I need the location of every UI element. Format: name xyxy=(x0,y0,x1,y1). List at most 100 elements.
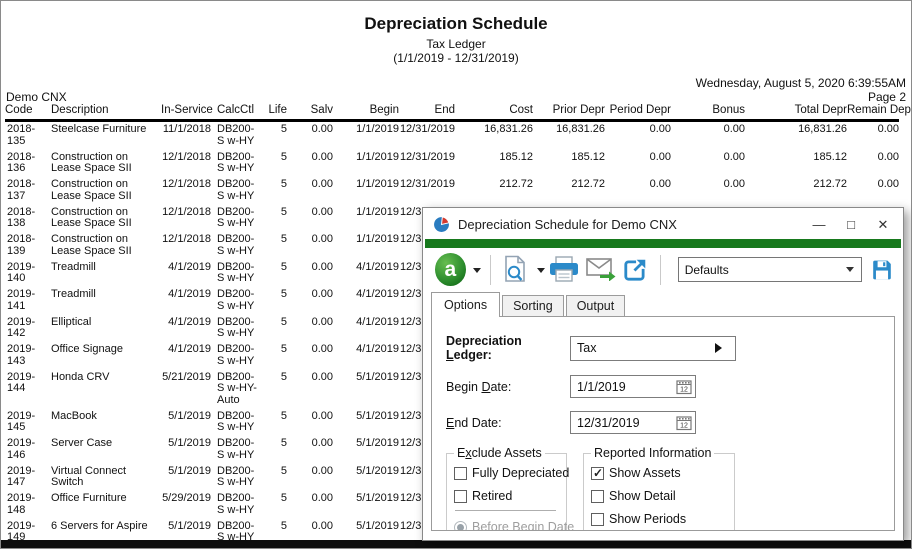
begin-date-value: 1/1/2019 xyxy=(577,379,626,394)
cell-remain: 0.00 xyxy=(877,150,899,163)
reported-information-group: Reported Information Show Assets Show Det… xyxy=(583,446,735,530)
cell-calcctl: DB200-S w-HY xyxy=(217,409,255,433)
chevron-right-icon xyxy=(715,343,727,353)
cell-salv: 0.00 xyxy=(311,409,333,422)
cell-bonus: 0.00 xyxy=(723,123,745,135)
dialog-toolbar: a Defaults xyxy=(425,248,901,291)
cell-desc: Construction on Lease Space SII xyxy=(51,205,132,229)
maximize-button[interactable]: □ xyxy=(835,213,867,237)
cell-salv: 0.00 xyxy=(311,370,333,383)
end-date-input[interactable]: 12/31/2019 12 xyxy=(570,411,696,434)
cell-inservice: 4/1/2019 xyxy=(168,315,211,328)
dialog-titlebar[interactable]: Depreciation Schedule for Demo CNX — □ ✕ xyxy=(425,210,901,239)
cell-total: 16,831.26 xyxy=(798,123,847,135)
checkbox-retired[interactable]: Retired xyxy=(454,489,560,503)
column-header-prior: Prior Depr xyxy=(533,104,605,122)
checkbox-show-assets[interactable]: Show Assets xyxy=(591,466,728,480)
cell-code: 2018-135 xyxy=(7,123,36,147)
cell-inservice: 5/21/2019 xyxy=(162,370,211,383)
cell-desc: Server Case xyxy=(51,437,113,449)
checkbox-icon[interactable] xyxy=(454,466,467,480)
tab-output[interactable]: Output xyxy=(565,295,626,317)
dialog-tabstrip: Options Sorting Output xyxy=(425,291,901,317)
checkbox-icon[interactable] xyxy=(454,489,467,503)
cell-salv: 0.00 xyxy=(311,150,333,163)
print-button[interactable] xyxy=(548,256,580,283)
options-tab-panel: Depreciation Ledger: Tax Begin Date: 1/1… xyxy=(431,316,895,531)
checkbox-show-detail[interactable]: Show Detail xyxy=(591,489,728,503)
preview-menu-caret-icon[interactable] xyxy=(536,267,545,277)
cell-remain: 0.00 xyxy=(877,123,899,135)
cell-cost: 16,831.26 xyxy=(484,123,533,135)
cell-salv: 0.00 xyxy=(311,123,333,135)
logo-menu-caret-icon[interactable] xyxy=(472,267,481,277)
profile-select[interactable]: Defaults xyxy=(677,257,862,282)
cell-life: 5 xyxy=(280,492,287,504)
toolbar-separator xyxy=(489,254,491,285)
cell-code: 2019-146 xyxy=(7,437,36,461)
tab-sorting[interactable]: Sorting xyxy=(502,295,564,317)
cell-calcctl: DB200-S w-HY xyxy=(217,315,255,339)
ledger-value: Tax xyxy=(577,341,597,355)
cell-begin: 1/1/2019 xyxy=(356,123,399,135)
print-preview-button[interactable] xyxy=(503,255,527,284)
checkbox-show-periods[interactable]: Show Periods xyxy=(591,512,728,526)
cell-desc: Construction on Lease Space SII xyxy=(51,178,132,202)
report-subtitle: Tax Ledger xyxy=(426,37,486,51)
column-header-period: Period Depr xyxy=(605,104,671,122)
printer-icon xyxy=(549,256,578,282)
tab-options[interactable]: Options xyxy=(431,292,501,317)
cell-salv: 0.00 xyxy=(311,233,333,245)
chevron-down-icon xyxy=(846,267,854,276)
end-calendar-button[interactable]: 12 xyxy=(676,415,692,431)
cell-calcctl: DB200-S w-HY xyxy=(217,343,255,367)
checkbox-icon[interactable] xyxy=(591,512,604,526)
checkbox-icon[interactable] xyxy=(591,466,604,480)
export-button[interactable] xyxy=(622,257,648,283)
report-period: (1/1/2019 - 12/31/2019) xyxy=(393,51,519,65)
checkbox-fully-depreciated[interactable]: Fully Depreciated xyxy=(454,466,569,480)
email-button[interactable] xyxy=(585,258,616,281)
cell-code: 2018-136 xyxy=(7,150,36,174)
cell-begin: 4/1/2019 xyxy=(356,260,399,273)
cell-begin: 5/1/2019 xyxy=(356,437,399,449)
cell-desc: Construction on Lease Space SII xyxy=(51,233,132,257)
app-window: Depreciation Schedule Tax Ledger (1/1/20… xyxy=(0,0,912,549)
cell-life: 5 xyxy=(280,260,287,273)
cell-code: 2018-138 xyxy=(7,205,36,229)
cell-inservice: 12/1/2018 xyxy=(162,205,211,218)
checkbox-icon[interactable] xyxy=(591,489,604,503)
minimize-button[interactable]: — xyxy=(803,213,835,237)
cell-inservice: 4/1/2019 xyxy=(168,288,211,300)
cell-period: 0.00 xyxy=(649,123,671,135)
cell-salv: 0.00 xyxy=(311,178,333,190)
column-header-bonus: Bonus xyxy=(671,104,745,122)
calendar-icon: 12 xyxy=(676,379,692,394)
cell-salv: 0.00 xyxy=(311,343,333,355)
cell-inservice: 5/1/2019 xyxy=(168,409,211,422)
column-header-end: End xyxy=(399,104,455,122)
end-date-value: 12/31/2019 xyxy=(577,415,640,430)
cell-calcctl: DB200-S w-HY xyxy=(217,178,255,202)
cell-life: 5 xyxy=(280,409,287,422)
cell-inservice: 5/1/2019 xyxy=(168,437,211,449)
exclude-assets-group: Exclude Assets Fully Depreciated Retired … xyxy=(446,446,574,530)
begin-calendar-button[interactable]: 12 xyxy=(676,379,692,395)
cell-begin: 5/1/2019 xyxy=(356,492,399,504)
column-header-total: Total Depr xyxy=(745,104,847,122)
cell-life: 5 xyxy=(280,464,287,477)
close-button[interactable]: ✕ xyxy=(867,213,899,237)
cell-desc: Elliptical xyxy=(51,315,92,328)
cell-prior: 16,831.26 xyxy=(556,123,605,135)
cell-desc: Office Furniture xyxy=(51,492,127,504)
save-profile-button[interactable] xyxy=(871,259,893,281)
floppy-disk-icon xyxy=(873,260,891,279)
ledger-select[interactable]: Tax xyxy=(570,335,736,361)
cell-code: 2019-140 xyxy=(7,260,36,284)
cell-begin: 5/1/2019 xyxy=(356,464,399,477)
cell-period: 0.00 xyxy=(649,178,671,190)
cell-period: 0.00 xyxy=(649,150,671,163)
begin-date-input[interactable]: 1/1/2019 12 xyxy=(570,375,696,398)
app-logo-icon[interactable]: a xyxy=(435,253,466,286)
cell-prior: 185.12 xyxy=(571,150,605,163)
